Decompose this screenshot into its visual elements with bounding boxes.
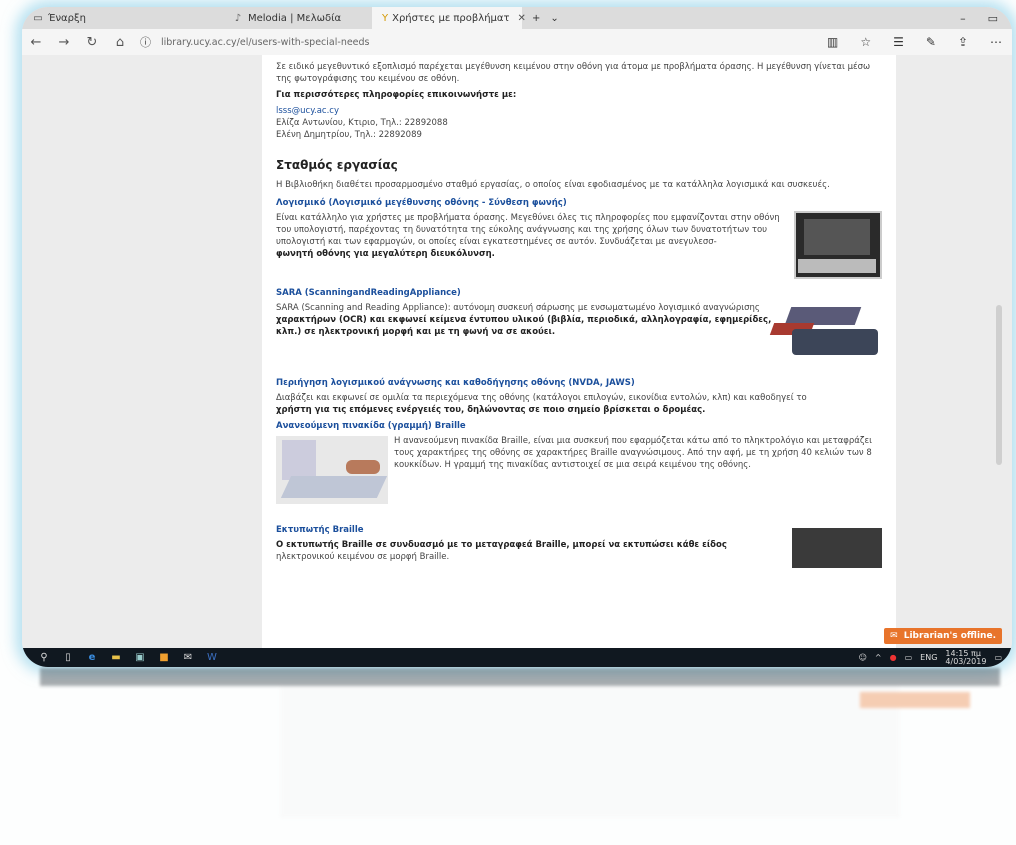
section-braille-display: Ανανεούμενη πινακίδα (γραμμή) Braille Η … (276, 420, 882, 510)
system-tray: ☺ ^ ● ▭ ENG 14:15 πμ 4/03/2019 ▭ (859, 649, 1012, 666)
workstations-title: Σταθμός εργασίας (276, 158, 398, 172)
url-field[interactable]: library.ucy.ac.cy/el/users-with-special-… (161, 37, 827, 48)
section-body-tail: φωνητή οθόνης για μεγαλύτερη διευκόλυνση… (276, 249, 495, 259)
more-icon[interactable]: ⋯ (990, 35, 1002, 49)
back-icon[interactable]: ← (22, 35, 50, 50)
tab-melodia[interactable]: ♪ Melodia | Μελωδία (222, 7, 372, 29)
people-icon[interactable]: ☺ (859, 653, 867, 662)
tab-start[interactable]: ▭ Έναρξη (22, 7, 222, 29)
section-body: Ο εκτυπωτής Braille σε συνδυασμό με το μ… (276, 540, 727, 550)
section-body-tail: χρήστη για τις επόμενες ενέργειές του, δ… (276, 405, 706, 415)
web-page: Σε ειδικό μεγεθυντικό εξοπλισμό παρέχετα… (22, 55, 1012, 648)
contact-line: Ελένη Δημητρίου, Τηλ.: 22892089 (276, 130, 422, 140)
address-bar: ← → ↻ ⌂ ⓘ library.ucy.ac.cy/el/users-wit… (22, 29, 1012, 56)
section-body-tail: χαρακτήρων (OCR) και εκφωνεί κείμενα έντ… (276, 315, 772, 337)
word-icon[interactable]: W (200, 648, 224, 667)
search-icon[interactable]: ⚲ (32, 648, 56, 667)
plus-icon: + (532, 12, 541, 24)
workstation-photo (794, 211, 882, 279)
mail-icon[interactable]: ✉ (176, 648, 200, 667)
favorites-hub-icon[interactable]: ☰ (893, 35, 904, 49)
section-software: Λογισμικό (Λογισμικό μεγέθυνσης οθόνης -… (276, 197, 882, 279)
section-sara: SARA (ScanningandReadingAppliance) SARA … (276, 287, 882, 367)
section-braille-printer: Εκτυπωτής Braille Ο εκτυπωτής Braille σε… (276, 524, 882, 568)
taskbar: ⚲ ▯ e ▬ ▣ ■ ✉ W ☺ ^ ● ▭ ENG 14:15 πμ 4/0… (22, 648, 1012, 667)
task-view-icon[interactable]: ▯ (56, 648, 80, 667)
window-controls: – ▭ (960, 12, 1012, 25)
scrollbar-thumb[interactable] (996, 305, 1002, 465)
sticky-app-icon[interactable]: ■ (152, 648, 176, 667)
chevron-down-icon[interactable]: ⌄ (550, 13, 558, 24)
share-icon[interactable]: ⇪ (958, 35, 968, 49)
minimize-button[interactable]: – (960, 12, 966, 25)
chat-label: Librarian's offline. (903, 631, 996, 641)
sara-scanner-photo (769, 301, 882, 361)
file-explorer-icon[interactable]: ▬ (104, 648, 128, 667)
ucy-library-icon: Y (382, 12, 389, 24)
section-body-tail: ηλεκτρονικού κειμένου σε μορφή Braille. (276, 552, 450, 562)
chat-widget[interactable]: ✉ Librarian's offline. (884, 628, 1002, 644)
tab-users-special-needs[interactable]: Y Χρήστες με προβλήματ ✕ (372, 7, 526, 29)
store-icon[interactable]: ▣ (128, 648, 152, 667)
photo-frame: ▭ Έναρξη ♪ Melodia | Μελωδία Y Χρήστες μ… (0, 0, 1016, 845)
section-title-link[interactable]: Ανανεούμενη πινακίδα (γραμμή) Braille (276, 420, 882, 432)
favorite-star-icon[interactable]: ☆ (860, 35, 871, 49)
section-title-link[interactable]: Λογισμικό (Λογισμικό μεγέθυνσης οθόνης -… (276, 197, 882, 209)
clock-date: 4/03/2019 (945, 656, 987, 666)
new-tab-button[interactable]: + ⌄ (522, 7, 569, 29)
screen-reflection (40, 668, 1000, 818)
section-body: Η ανανεούμενη πινακίδα Braille, είναι μι… (394, 436, 872, 470)
workstations-intro: Η Βιβλιοθήκη διαθέτει προσαρμοσμένο σταθ… (276, 180, 830, 190)
notifications-icon[interactable]: ▭ (994, 653, 1002, 662)
chevron-up-icon[interactable]: ^ (875, 653, 882, 662)
screen: ▭ Έναρξη ♪ Melodia | Μελωδία Y Χρήστες μ… (22, 7, 1012, 667)
contact-line: Ελίζα Αντωνίου, Κτιριο, Τηλ.: 22892088 (276, 118, 448, 128)
tab-label: Έναρξη (48, 12, 86, 24)
network-icon[interactable]: ▭ (905, 653, 913, 662)
maximize-button[interactable]: ▭ (988, 12, 998, 25)
reading-view-icon[interactable]: ▥ (827, 35, 838, 49)
intro-text: Σε ειδικό μεγεθυντικό εξοπλισμό παρέχετα… (276, 62, 871, 84)
tab-label: Melodia | Μελωδία (248, 12, 342, 24)
toolbar-icons: ▥ ☆ ☰ ✎ ⇪ ⋯ (827, 35, 1012, 49)
language-indicator[interactable]: ENG (920, 653, 937, 662)
tab-bar: ▭ Έναρξη ♪ Melodia | Μελωδία Y Χρήστες μ… (22, 7, 1012, 29)
notes-icon[interactable]: ✎ (926, 35, 936, 49)
section-body: Διαβάζει και εκφωνεί σε ομιλία τα περιεχ… (276, 393, 807, 403)
clock[interactable]: 14:15 πμ 4/03/2019 (945, 649, 987, 666)
edge-page-icon: ▭ (33, 12, 43, 24)
section-body: Είναι κατάλληλο για χρήστες με προβλήματ… (276, 213, 780, 247)
section-title-link[interactable]: Περιήγηση λογισμικού ανάγνωσης και καθοδ… (276, 377, 882, 389)
section-body: SARA (Scanning and Reading Appliance): α… (276, 303, 760, 313)
page-content: Σε ειδικό μεγεθυντικό εξοπλισμό παρέχετα… (262, 55, 896, 648)
home-icon[interactable]: ⌂ (106, 35, 134, 50)
braille-printer-photo (792, 528, 882, 568)
section-screen-reader: Περιήγηση λογισμικού ανάγνωσης και καθοδ… (276, 377, 882, 416)
section-title-link[interactable]: SARA (ScanningandReadingAppliance) (276, 287, 882, 299)
chat-icon: ✉ (890, 631, 898, 641)
braille-display-photo (276, 436, 388, 504)
refresh-icon[interactable]: ↻ (78, 35, 106, 50)
contact-heading: Για περισσότερες πληροφορίες επικοινωνήσ… (276, 90, 517, 100)
antivirus-icon[interactable]: ● (890, 653, 897, 662)
tab-label: Χρήστες με προβλήματ (392, 12, 510, 24)
edge-icon[interactable]: e (80, 648, 104, 667)
info-icon[interactable]: ⓘ (140, 34, 151, 50)
contact-email-link[interactable]: lsss@ucy.ac.cy (276, 106, 339, 116)
forward-icon[interactable]: → (50, 35, 78, 50)
music-icon: ♪ (234, 12, 242, 24)
